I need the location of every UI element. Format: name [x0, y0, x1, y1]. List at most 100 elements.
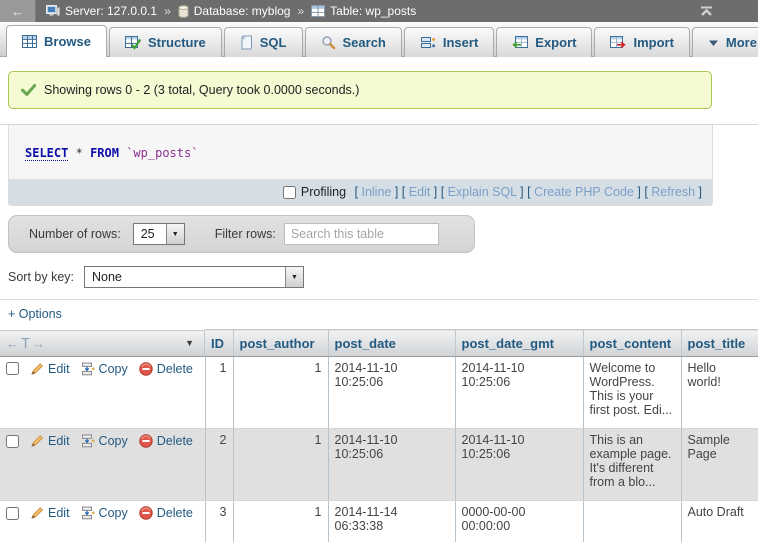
copy-row-link[interactable]: Copy [81, 362, 128, 376]
copy-icon[interactable] [81, 362, 95, 376]
edit-row-link[interactable]: Edit [30, 434, 70, 448]
profiling-link-inline[interactable]: Inline [361, 185, 391, 199]
breadcrumb-database[interactable]: Database: myblog [194, 4, 291, 18]
rows-controls-bar: Number of rows: 25 ▼ Filter rows: [8, 215, 475, 253]
sort-row: Sort by key: None ▼ [8, 264, 758, 290]
cell-post_date_gmt: 2014-11-10 10:25:06 [455, 429, 583, 501]
tab-search[interactable]: Search [305, 27, 402, 57]
edit-link-label: Edit [48, 362, 70, 376]
breadcrumb-bar: ← Server: 127.0.0.1 » Database: myblog » Tab… [0, 0, 758, 22]
tab-insert[interactable]: Insert [404, 27, 494, 57]
import-icon [610, 36, 626, 49]
collapse-button[interactable] [699, 6, 714, 16]
sql-table-ref: `wp_posts` [126, 146, 198, 160]
sql-query: SELECT * FROM `wp_posts` [9, 125, 712, 179]
delete-icon[interactable] [139, 434, 153, 448]
select-arrow-icon: ▼ [285, 267, 303, 287]
num-rows-select[interactable]: 25 ▼ [133, 223, 185, 245]
tab-export[interactable]: Export [496, 27, 592, 57]
delete-icon[interactable] [139, 362, 153, 376]
cell-post_date_gmt: 2014-11-10 10:25:06 [455, 357, 583, 429]
header-options-icon[interactable]: ▼ [185, 338, 198, 348]
sort-by-key-select[interactable]: None ▼ [84, 266, 304, 288]
back-button[interactable]: ← [0, 0, 36, 22]
cell-id: 3 [205, 501, 233, 542]
sql-star: * [76, 146, 83, 160]
success-check-icon [21, 84, 36, 96]
copy-row-link[interactable]: Copy [81, 506, 128, 520]
tab-browse[interactable]: Browse [6, 25, 107, 57]
more-caret-icon [708, 39, 719, 47]
cell-post_author: 1 [233, 357, 328, 429]
cell-id: 1 [205, 357, 233, 429]
num-rows-value: 25 [134, 224, 166, 244]
profiling-link-create-php-code[interactable]: Create PHP Code [534, 185, 634, 199]
profiling-link-explain-sql[interactable]: Explain SQL [448, 185, 517, 199]
cell-post_date: 2014-11-10 10:25:06 [328, 429, 455, 501]
delete-row-link[interactable]: Delete [139, 362, 193, 376]
tab-label: Insert [443, 35, 478, 50]
tab-import[interactable]: Import [594, 27, 689, 57]
profiling-links: [ Inline ] [ Edit ] [ Explain SQL ] [ Cr… [351, 185, 702, 199]
column-header-post_date_gmt[interactable]: post_date_gmt [455, 330, 583, 357]
profiling-checkbox[interactable] [283, 186, 296, 199]
table-body: EditCopyDelete112014-11-10 10:25:062014-… [0, 357, 758, 542]
column-header-post_title[interactable]: post_title [681, 330, 758, 357]
breadcrumb-table[interactable]: Table: wp_posts [330, 4, 416, 18]
column-header-post_date[interactable]: post_date [328, 330, 455, 357]
pencil-icon[interactable] [30, 506, 44, 520]
copy-link-label: Copy [99, 506, 128, 520]
sql-icon [240, 35, 253, 50]
cell-post_content [583, 501, 681, 542]
tab-sql[interactable]: SQL [224, 27, 303, 57]
pencil-icon[interactable] [30, 434, 44, 448]
table-handle-icon[interactable]: T [21, 335, 30, 352]
row-checkbox[interactable] [6, 362, 19, 375]
divider [0, 299, 758, 300]
profiling-link-edit[interactable]: Edit [409, 185, 431, 199]
breadcrumb-separator: » [162, 4, 173, 18]
table-row: EditCopyDelete112014-11-10 10:25:062014-… [0, 357, 758, 429]
browse-icon [22, 35, 37, 48]
column-header-post_author[interactable]: post_author [233, 330, 328, 357]
table-header-row: ← T → ▼ IDpost_authorpost_datepost_date_… [0, 330, 758, 357]
column-header-id[interactable]: ID [205, 330, 233, 357]
delete-icon[interactable] [139, 506, 153, 520]
cell-id: 2 [205, 429, 233, 501]
delete-row-link[interactable]: Delete [139, 506, 193, 520]
breadcrumb-separator: » [295, 4, 306, 18]
pencil-icon[interactable] [30, 362, 44, 376]
sql-keyword-select[interactable]: SELECT [25, 146, 68, 161]
tab-structure[interactable]: Structure [109, 27, 222, 57]
profiling-label: Profiling [301, 185, 346, 199]
structure-icon [125, 36, 141, 50]
column-header-post_content[interactable]: post_content [583, 330, 681, 357]
tab-more[interactable]: More [692, 27, 758, 57]
sort-by-key-label: Sort by key: [8, 270, 74, 284]
filter-rows-input[interactable] [284, 223, 439, 245]
copy-row-link[interactable]: Copy [81, 434, 128, 448]
cell-post_date: 2014-11-10 10:25:06 [328, 357, 455, 429]
tab-label: Browse [44, 34, 91, 49]
copy-icon[interactable] [81, 434, 95, 448]
row-checkbox[interactable] [6, 507, 19, 520]
edit-row-link[interactable]: Edit [30, 362, 70, 376]
profiling-link-refresh[interactable]: Refresh [651, 185, 695, 199]
filter-rows-label: Filter rows: [215, 227, 276, 241]
delete-link-label: Delete [157, 434, 193, 448]
edit-row-link[interactable]: Edit [30, 506, 70, 520]
breadcrumb-server[interactable]: Server: 127.0.0.1 [65, 4, 157, 18]
tab-label: Search [343, 35, 386, 50]
row-checkbox[interactable] [6, 435, 19, 448]
cell-actions: Edit Copy Delete [0, 501, 205, 542]
options-toggle-link[interactable]: + Options [8, 307, 62, 321]
database-icon [178, 5, 189, 18]
scroll-right-icon[interactable]: → [32, 336, 45, 351]
table-icon [311, 5, 325, 17]
export-icon [512, 36, 528, 49]
delete-row-link[interactable]: Delete [139, 434, 193, 448]
copy-icon[interactable] [81, 506, 95, 520]
scroll-left-icon[interactable]: ← [6, 336, 19, 351]
sql-query-panel: SELECT * FROM `wp_posts` Profiling [ Inl… [8, 125, 713, 206]
edit-link-label: Edit [48, 434, 70, 448]
